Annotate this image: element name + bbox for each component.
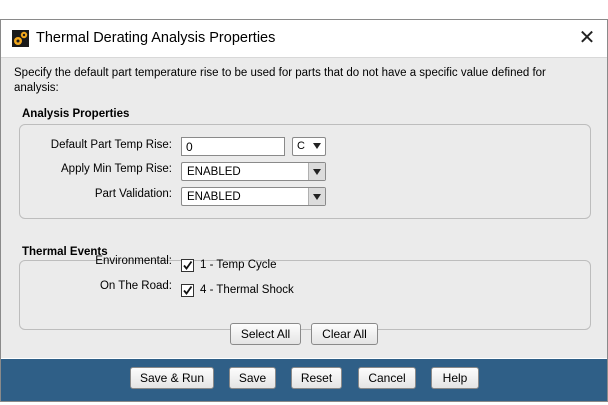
chevron-down-icon: [313, 169, 321, 175]
app-gear-icon: [12, 30, 29, 47]
checkmark-icon: [183, 260, 193, 270]
title-bar: Thermal Derating Analysis Properties ✕: [1, 20, 607, 58]
apply-min-temp-rise-value: ENABLED: [187, 166, 241, 178]
help-button[interactable]: Help: [431, 367, 479, 389]
default-temp-rise-input[interactable]: [181, 137, 285, 156]
temp-cycle-label: 1 - Temp Cycle: [200, 259, 277, 271]
save-and-run-button[interactable]: Save & Run: [130, 367, 214, 389]
temp-cycle-checkbox[interactable]: [181, 259, 194, 272]
description-text: Specify the default part temperature ris…: [14, 67, 546, 94]
on-the-road-label: On The Road:: [99, 280, 172, 292]
dropdown-button: [308, 163, 325, 180]
close-icon[interactable]: ✕: [575, 26, 599, 50]
temp-unit-select[interactable]: C: [292, 137, 326, 156]
clear-all-button[interactable]: Clear All: [311, 323, 378, 345]
default-temp-rise-label: Default Part Temp Rise:: [50, 139, 172, 151]
part-validation-label: Part Validation:: [94, 188, 172, 200]
chevron-down-icon: [313, 143, 321, 149]
part-validation-select[interactable]: ENABLED: [181, 187, 326, 206]
apply-min-temp-rise-label: Apply Min Temp Rise:: [61, 163, 172, 175]
apply-min-temp-rise-select[interactable]: ENABLED: [181, 162, 326, 181]
thermal-events-group: [19, 260, 591, 330]
environmental-label: Environmental:: [95, 255, 172, 267]
thermal-shock-checkbox[interactable]: [181, 284, 194, 297]
part-validation-value: ENABLED: [187, 191, 241, 203]
footer-bar: Save & Run Save Reset Cancel Help: [1, 359, 607, 401]
cancel-button[interactable]: Cancel: [358, 367, 416, 389]
reset-button[interactable]: Reset: [291, 367, 342, 389]
temp-unit-value: C: [297, 140, 305, 152]
window-title: Thermal Derating Analysis Properties: [36, 30, 276, 46]
content-area: Specify the default part temperature ris…: [1, 58, 607, 358]
thermal-shock-label: 4 - Thermal Shock: [200, 284, 294, 296]
select-all-button[interactable]: Select All: [230, 323, 301, 345]
dropdown-button: [308, 188, 325, 205]
analysis-properties-title: Analysis Properties: [22, 108, 130, 120]
checkmark-icon: [183, 285, 193, 295]
save-button[interactable]: Save: [229, 367, 276, 389]
chevron-down-icon: [313, 194, 321, 200]
dialog-window: Thermal Derating Analysis Properties ✕ S…: [0, 19, 608, 402]
